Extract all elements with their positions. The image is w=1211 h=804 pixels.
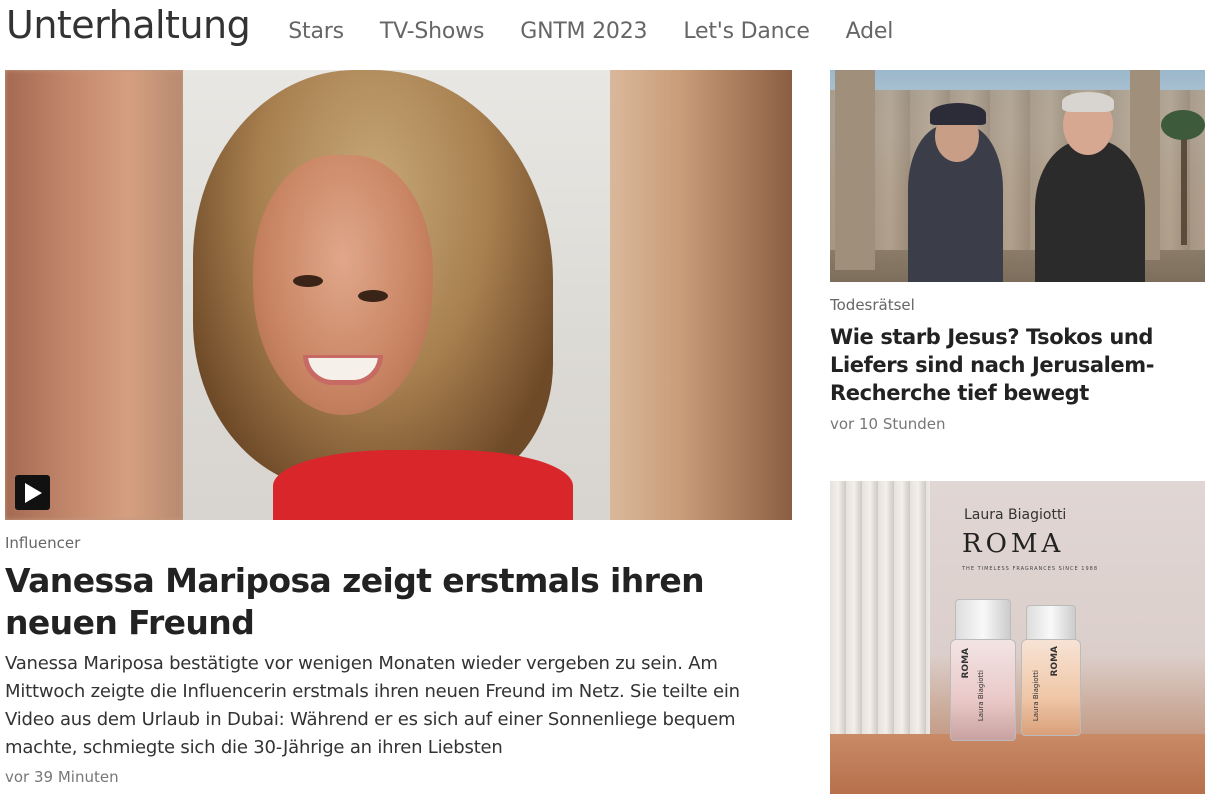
- play-triangle-icon: [24, 482, 42, 503]
- image-person-right-hair: [1062, 92, 1114, 112]
- nav-item-stars[interactable]: Stars: [288, 2, 344, 62]
- section-nav: Stars TV-Shows GNTM 2023 Let's Dance Ade…: [270, 2, 911, 62]
- lead-article-image[interactable]: [5, 70, 792, 520]
- ad-bottle-large-label: ROMA: [961, 648, 971, 679]
- side-article-kicker: Todesrätsel: [830, 296, 915, 314]
- photo-eye-right: [358, 290, 388, 302]
- photo-red-top: [273, 450, 573, 520]
- image-palm-trunk: [1181, 125, 1187, 245]
- image-tower-left: [835, 70, 875, 270]
- lead-article-title[interactable]: Vanessa Mariposa zeigt erstmals ihren ne…: [5, 560, 792, 644]
- ad-column: [830, 481, 930, 761]
- ad-bottle-cap-large: [955, 599, 1011, 641]
- ad-bottle-cap-small: [1026, 605, 1076, 641]
- lead-article[interactable]: Influencer Vanessa Mariposa zeigt erstma…: [5, 70, 792, 786]
- ad-brand-name: Laura Biagiotti: [964, 507, 1067, 523]
- ad-bottle-large: ROMA Laura Biagiotti: [950, 639, 1016, 741]
- section-header: Unterhaltung Stars TV-Shows GNTM 2023 Le…: [6, 0, 911, 60]
- image-blur-left: [5, 70, 183, 520]
- ad-bottle-small-sublabel: Laura Biagiotti: [1032, 670, 1040, 722]
- nav-item-gntm-2023[interactable]: GNTM 2023: [520, 2, 647, 62]
- ad-bottle-small-label: ROMA: [1050, 646, 1060, 677]
- image-person-right: [1035, 140, 1145, 282]
- nav-item-adel[interactable]: Adel: [846, 2, 894, 62]
- lead-article-timestamp: vor 39 Minuten: [5, 768, 119, 786]
- ad-bottle-small: ROMA Laura Biagiotti: [1021, 639, 1081, 736]
- ad-bottle-large-sublabel: Laura Biagiotti: [977, 670, 985, 722]
- section-title[interactable]: Unterhaltung: [6, 0, 251, 50]
- lead-article-kicker: Influencer: [5, 534, 81, 552]
- perfume-advertisement[interactable]: Laura Biagiotti ROMA THE TIMELESS FRAGRA…: [830, 481, 1205, 794]
- ad-ground: [830, 734, 1205, 794]
- play-icon[interactable]: [15, 475, 50, 510]
- influencer-photo: [183, 70, 610, 520]
- side-article-title[interactable]: Wie starb Jesus? Tsokos und Liefers sind…: [830, 323, 1206, 407]
- side-article-image[interactable]: [830, 70, 1205, 282]
- lead-article-teaser[interactable]: Vanessa Mariposa bestätigte vor wenigen …: [5, 650, 792, 762]
- side-article-timestamp: vor 10 Stunden: [830, 415, 946, 433]
- image-person-left-cap: [930, 103, 986, 125]
- photo-eye-left: [293, 275, 323, 287]
- side-article[interactable]: Todesrätsel Wie starb Jesus? Tsokos und …: [830, 70, 1206, 433]
- nav-item-tv-shows[interactable]: TV-Shows: [380, 2, 485, 62]
- ad-product-name: ROMA: [962, 529, 1065, 559]
- image-palm-leaves: [1161, 110, 1205, 140]
- ad-tagline: THE TIMELESS FRAGRANCES SINCE 1988: [962, 566, 1098, 572]
- image-blur-right: [610, 70, 792, 520]
- nav-item-lets-dance[interactable]: Let's Dance: [683, 2, 810, 62]
